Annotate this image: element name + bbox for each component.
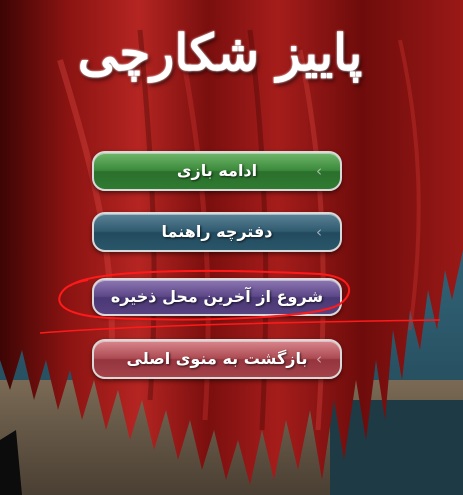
continue-game-label: ادامه بازی [176, 161, 258, 180]
guide-book-button[interactable]: دفترچه راهنما ‹ [92, 212, 342, 252]
back-to-main-menu-button[interactable]: بازگشت به منوی اصلی ‹ [92, 339, 342, 379]
guide-book-label: دفترچه راهنما [161, 222, 273, 241]
game-title: پاییز شکارچی [77, 23, 363, 82]
continue-game-button[interactable]: ادامه بازی ‹ [92, 151, 342, 191]
load-last-save-button[interactable]: شروع از آخرین محل ذخیره ‹ [92, 278, 342, 316]
chevron-left-icon: ‹ [316, 162, 322, 180]
load-last-save-label: شروع از آخرین محل ذخیره [110, 287, 324, 306]
chevron-left-icon: ‹ [316, 350, 322, 368]
back-to-main-menu-label: بازگشت به منوی اصلی [126, 349, 308, 368]
chevron-left-icon: ‹ [316, 288, 322, 306]
chevron-left-icon: ‹ [316, 223, 322, 241]
